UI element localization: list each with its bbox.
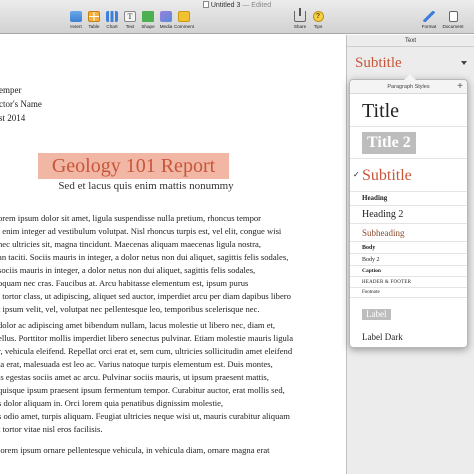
style-item-label: HEADER & FOOTER bbox=[362, 280, 412, 285]
paragraph-styles-popup: Paragraph Styles + Title Title 2 ✓ Subti… bbox=[349, 74, 468, 348]
chevron-down-icon[interactable] bbox=[460, 59, 468, 67]
style-item-heading-2[interactable]: Heading 2 bbox=[350, 206, 467, 224]
style-item-label: Body bbox=[362, 245, 376, 251]
style-item-body-2[interactable]: Body 2 bbox=[350, 254, 467, 266]
style-item-label: Subheading bbox=[362, 228, 405, 238]
style-item-label: Label bbox=[362, 309, 391, 320]
style-item-heading[interactable]: Heading bbox=[350, 192, 467, 206]
document-canvas[interactable]: emper ctor's Name st 2014 Geology 101 Re… bbox=[0, 35, 346, 474]
style-item-label-dark[interactable]: Label Dark bbox=[350, 328, 467, 346]
style-item-label: Label Dark bbox=[362, 332, 403, 342]
body-line: r, vehicula eleifend. Repellat orci erat… bbox=[0, 346, 293, 356]
document-subtitle[interactable]: Sed et lacus quis enim mattis nonummy bbox=[0, 180, 280, 192]
style-item-title[interactable]: Title bbox=[350, 95, 467, 127]
body-line: , tortor class, ut adipiscing, aliquet s… bbox=[0, 291, 291, 301]
format-icon bbox=[423, 11, 435, 22]
add-style-button[interactable]: + bbox=[457, 80, 463, 93]
window-title-text: Untitled 3 bbox=[210, 2, 241, 9]
style-item-footnote[interactable]: Footnote bbox=[350, 288, 467, 298]
style-item-header-footer[interactable]: HEADER & FOOTER bbox=[350, 277, 467, 288]
style-item-label: Heading 2 bbox=[362, 209, 404, 220]
tips-label: Tips bbox=[313, 24, 323, 29]
insert-icon bbox=[70, 11, 82, 22]
style-item-label: Heading bbox=[362, 194, 388, 202]
paragraph-style-selector[interactable]: Subtitle bbox=[355, 55, 402, 72]
media-icon bbox=[160, 11, 172, 22]
document-button[interactable]: Document bbox=[442, 11, 464, 29]
body-line: ta erat, malesuada est leo ac. Varius na… bbox=[0, 359, 273, 369]
style-item-label-style[interactable]: Label bbox=[350, 298, 467, 328]
tab-text[interactable]: Text bbox=[347, 35, 474, 47]
toolbar: Untitled 3 — Edited Insert Table Chart T… bbox=[0, 0, 474, 34]
body-line: ellus. Porttitor mollis imperdiet libero… bbox=[0, 333, 294, 343]
style-item-label: Title bbox=[362, 100, 400, 122]
body-line: an taciti. Sociis mauris in integer, a d… bbox=[0, 252, 289, 262]
document-icon bbox=[448, 11, 458, 22]
body-line: s odio amet, turpis aliquam. Feugiat ult… bbox=[0, 411, 290, 421]
text-icon: T bbox=[124, 11, 136, 22]
header-line: ctor's Name bbox=[0, 99, 42, 109]
body-line: nec ultricies sit, magna tincidunt. Maec… bbox=[0, 239, 261, 249]
style-item-label: Footnote bbox=[362, 290, 380, 295]
style-item-subheading[interactable]: Subheading bbox=[350, 224, 467, 242]
checkmark-icon: ✓ bbox=[353, 170, 360, 179]
body-line: lorem ipsum ornare pellentesque vehicula… bbox=[0, 445, 270, 455]
body-line: dolor ac adipiscing amet bibendum nullam… bbox=[0, 320, 276, 330]
header-line: st 2014 bbox=[0, 113, 26, 123]
window-title: Untitled 3 — Edited bbox=[0, 1, 474, 9]
body-line: , enim integer ad vestibulum volutpat. N… bbox=[0, 226, 282, 236]
comment-icon bbox=[178, 11, 190, 22]
comment-label: Comment bbox=[174, 24, 194, 29]
body-line: is egestas sociis amet ac arcu. Pulvinar… bbox=[0, 372, 269, 382]
style-item-title-2[interactable]: Title 2 bbox=[350, 127, 467, 159]
style-item-label: Body 2 bbox=[362, 257, 380, 263]
style-item-caption[interactable]: Caption bbox=[350, 266, 467, 277]
body-line: s dolor aliquam in. Orci lorem quia pena… bbox=[0, 398, 224, 408]
tips-icon: ? bbox=[312, 11, 324, 22]
popup-header: Paragraph Styles + bbox=[350, 80, 467, 94]
body-line: sociis mauris in integer, a dolor netus … bbox=[0, 265, 256, 275]
shape-icon bbox=[142, 11, 154, 22]
document-title[interactable]: Geology 101 Report bbox=[38, 153, 229, 179]
body-line: t tortor vitae nisl eros facilisis. bbox=[0, 424, 103, 434]
edited-indicator: — Edited bbox=[242, 2, 272, 9]
body-line: orem ipsum dolor sit amet, ligula suspen… bbox=[0, 213, 262, 223]
document-label: Document bbox=[442, 24, 464, 29]
popup-title: Paragraph Styles bbox=[387, 84, 430, 90]
style-item-label: Subtitle bbox=[362, 167, 412, 184]
tips-button[interactable]: ? Tips bbox=[307, 11, 329, 29]
header-line: emper bbox=[0, 85, 22, 95]
style-item-label: Caption bbox=[362, 268, 381, 274]
share-icon bbox=[294, 8, 306, 22]
body-line: oquam nec cras. Faucibus at. Arcu habita… bbox=[0, 278, 249, 288]
body-line: quisque ipsum praesent ipsum fermentum t… bbox=[0, 385, 285, 395]
table-icon bbox=[88, 11, 100, 22]
style-item-subtitle[interactable]: ✓ Subtitle bbox=[350, 159, 467, 192]
document-file-icon bbox=[202, 1, 209, 8]
body-line: t ipsum velit, vel, volutpat nec pellent… bbox=[0, 304, 260, 314]
style-item-body[interactable]: Body bbox=[350, 242, 467, 254]
chart-icon bbox=[106, 11, 118, 22]
style-item-label: Title 2 bbox=[362, 132, 416, 154]
comment-button[interactable]: Comment bbox=[173, 11, 195, 29]
